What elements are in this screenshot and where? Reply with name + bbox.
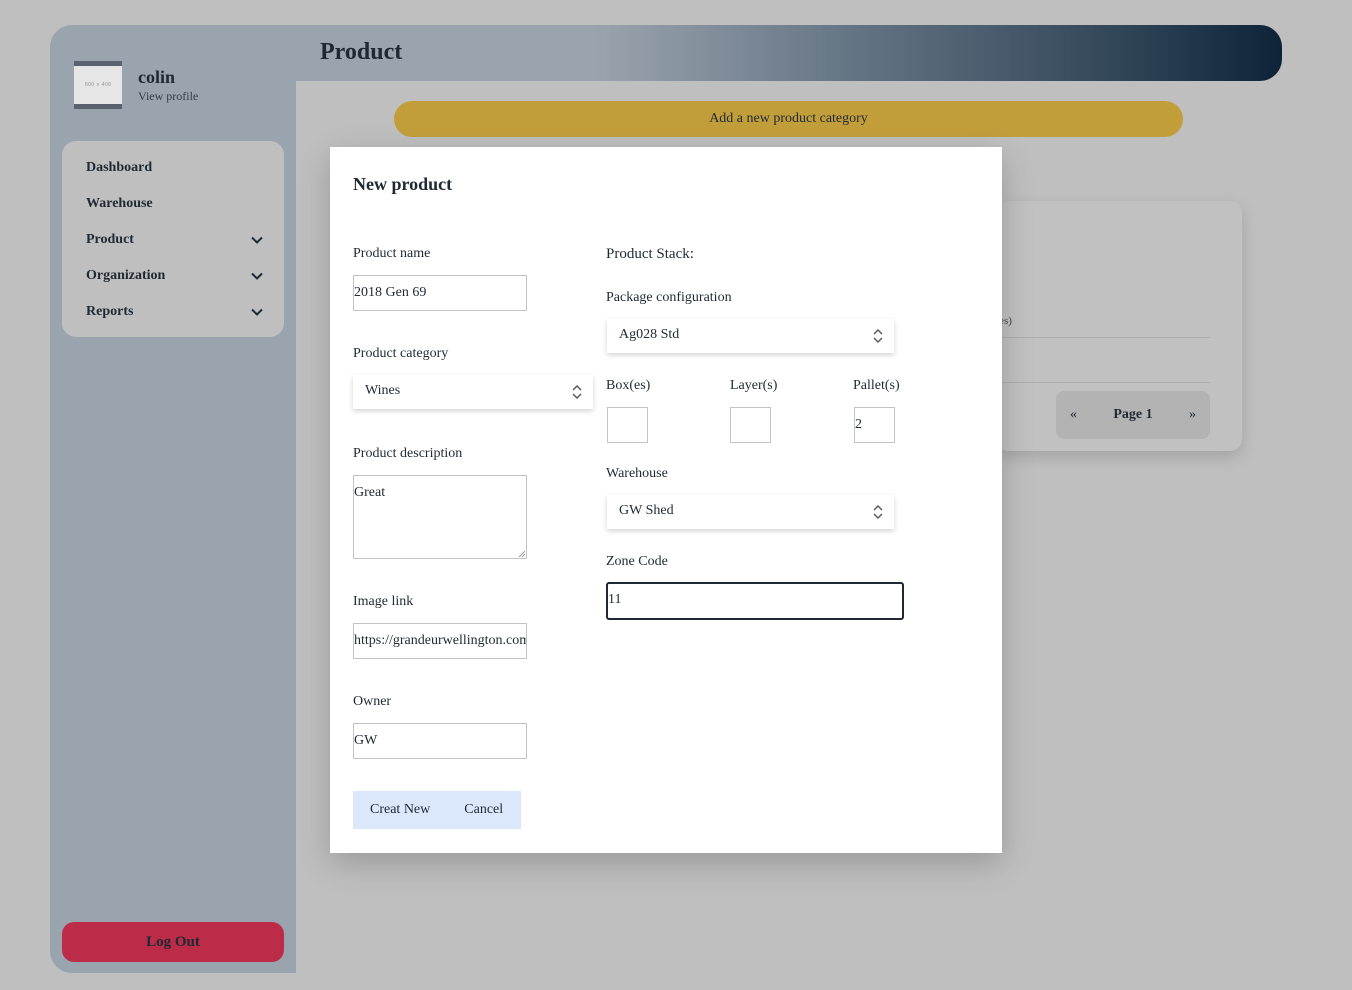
sidebar-item-label: Organization (86, 268, 166, 283)
warehouse-value: GW Shed (619, 503, 674, 518)
profile[interactable]: 600 × 400 colin View profile (74, 61, 198, 109)
header-bar: Product (296, 25, 1282, 81)
product-name-input[interactable]: 2018 Gen 69 (353, 275, 527, 311)
package-configuration-select[interactable]: Ag028 Std (607, 319, 894, 353)
image-link-label: Image link (353, 594, 414, 609)
divider (996, 337, 1210, 338)
view-profile-link[interactable]: View profile (138, 89, 198, 104)
select-arrows-icon (572, 385, 582, 399)
divider (996, 382, 1210, 383)
username: colin (138, 67, 176, 87)
product-description-label: Product description (353, 446, 463, 461)
chevron-down-icon (251, 272, 263, 280)
sidebar-nav: Dashboard Warehouse Product Organization… (62, 141, 284, 337)
page-indicator: Page 1 (1113, 407, 1153, 422)
pallets-value: 2 (855, 417, 862, 432)
sidebar-item-label: Product (86, 232, 134, 247)
modal-title: New product (353, 174, 453, 194)
layers-label: Layer(s) (730, 378, 778, 393)
sidebar-item-warehouse[interactable]: Warehouse (62, 186, 284, 222)
chevron-down-icon (251, 236, 263, 244)
product-category-label: Product category (353, 346, 449, 361)
zone-code-label: Zone Code (606, 554, 668, 569)
sidebar-item-product[interactable]: Product (62, 222, 284, 258)
page-title: Product (320, 39, 403, 65)
create-new-button[interactable]: Creat New (370, 802, 430, 818)
pagination: « Page 1 » (1056, 391, 1210, 439)
zone-code-value: 11 (608, 592, 622, 607)
boxes-input[interactable] (607, 407, 648, 443)
product-name-value: 2018 Gen 69 (354, 285, 427, 300)
product-category-select[interactable]: Wines (353, 375, 593, 409)
sidebar-item-label: Reports (86, 304, 134, 319)
sidebar-item-reports[interactable]: Reports (62, 294, 284, 330)
chevron-down-icon (251, 308, 263, 316)
sidebar-item-dashboard[interactable]: Dashboard (62, 150, 284, 186)
warehouse-label: Warehouse (606, 466, 668, 481)
modal-actions: Creat New Cancel (353, 791, 521, 829)
product-description-textarea[interactable]: Great (353, 475, 527, 559)
owner-value: GW (354, 733, 378, 748)
avatar[interactable]: 600 × 400 (74, 61, 122, 109)
product-category-value: Wines (365, 383, 401, 398)
image-link-value: https://grandeurwellington.com (354, 633, 527, 648)
warehouse-select[interactable]: GW Shed (607, 495, 894, 529)
sidebar-item-organization[interactable]: Organization (62, 258, 284, 294)
next-page-button[interactable]: » (1189, 407, 1196, 423)
pallets-input[interactable]: 2 (854, 407, 895, 443)
sidebar: 600 × 400 colin View profile Dashboard W… (50, 25, 296, 973)
sidebar-item-label: Dashboard (86, 160, 153, 175)
new-product-modal: New product Product name 2018 Gen 69 Pro… (330, 147, 1002, 853)
product-list-card: les) « Page 1 » (996, 201, 1242, 451)
image-link-input[interactable]: https://grandeurwellington.com (353, 623, 527, 659)
logout-button[interactable]: Log Out (62, 922, 284, 962)
owner-input[interactable]: GW (353, 723, 527, 759)
add-category-button[interactable]: Add a new product category (394, 101, 1183, 137)
select-arrows-icon (873, 505, 883, 519)
product-description-value: Great (354, 485, 386, 500)
product-stack-heading: Product Stack: (606, 246, 694, 262)
sidebar-item-label: Warehouse (86, 196, 153, 211)
resize-handle-icon[interactable] (519, 551, 525, 557)
select-arrows-icon (873, 329, 883, 343)
pallets-label: Pallet(s) (853, 378, 900, 393)
product-name-label: Product name (353, 246, 431, 261)
owner-label: Owner (353, 694, 392, 709)
boxes-label: Box(es) (606, 378, 651, 393)
cancel-button[interactable]: Cancel (464, 802, 503, 818)
zone-code-input[interactable]: 11 (606, 582, 904, 620)
package-configuration-value: Ag028 Std (619, 327, 680, 342)
layers-input[interactable] (730, 407, 771, 443)
prev-page-button[interactable]: « (1070, 407, 1077, 423)
package-configuration-label: Package configuration (606, 290, 732, 305)
